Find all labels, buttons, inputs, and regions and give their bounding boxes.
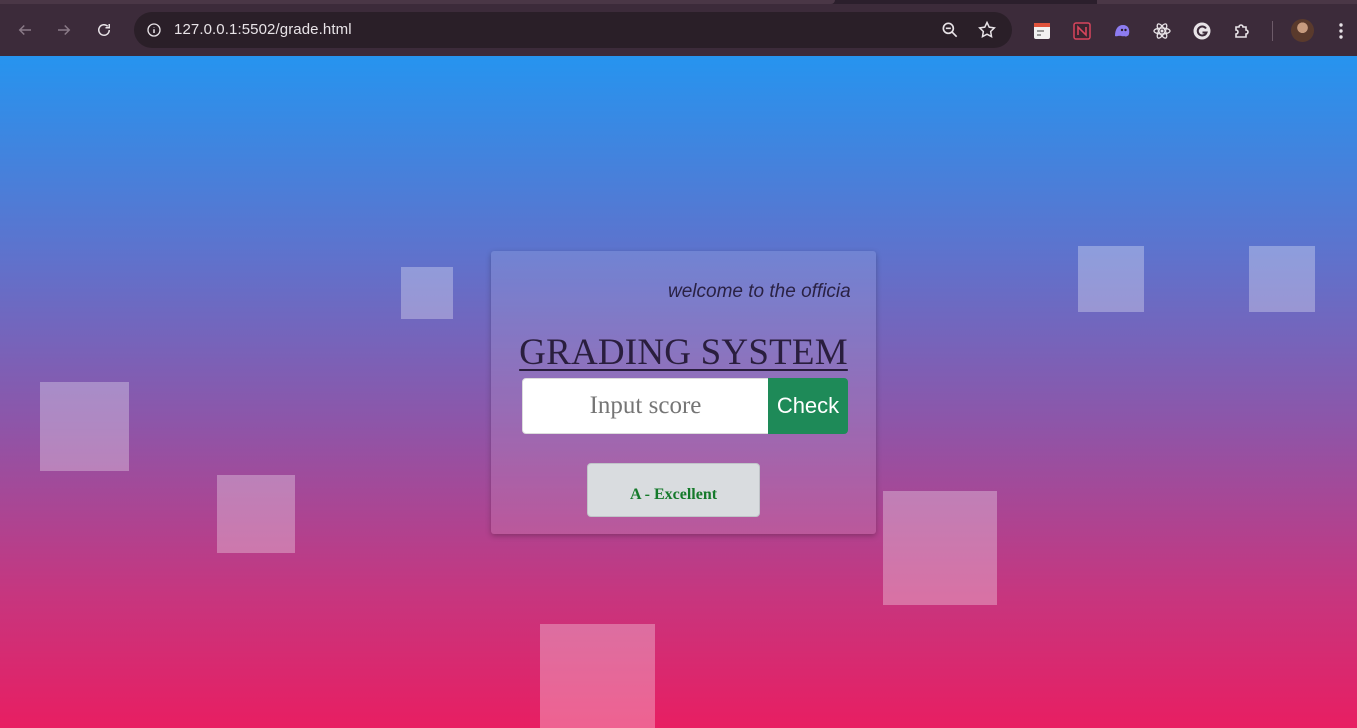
decorative-square — [401, 267, 453, 319]
decorative-square — [883, 491, 997, 605]
browser-toolbar: 127.0.0.1:5502/grade.html — [0, 4, 1357, 56]
extensions-puzzle-icon[interactable] — [1232, 21, 1252, 41]
decorative-square — [1078, 246, 1144, 312]
decorative-square — [540, 624, 655, 728]
marquee-text: welcome to the officia — [668, 281, 851, 302]
page-title: GRADING SYSTEM — [519, 332, 848, 373]
decorative-square — [40, 382, 129, 471]
profile-avatar[interactable] — [1291, 19, 1314, 42]
url-text[interactable]: 127.0.0.1:5502/grade.html — [174, 21, 352, 38]
grade-result: A - Excellent — [587, 463, 760, 517]
arrow-left-icon — [18, 24, 31, 36]
decorative-square — [217, 475, 295, 553]
forward-button[interactable] — [50, 16, 78, 44]
reload-button[interactable] — [90, 16, 118, 44]
address-bar[interactable]: 127.0.0.1:5502/grade.html — [134, 12, 1012, 48]
score-input[interactable] — [522, 378, 769, 434]
reload-icon — [98, 24, 110, 36]
toolbar-divider — [1272, 21, 1273, 41]
grading-card: welcome to the officia GRADING SYSTEM Ch… — [491, 251, 876, 534]
decorative-square — [1249, 246, 1315, 312]
bookmark-star-icon[interactable] — [977, 20, 997, 40]
check-button[interactable]: Check — [768, 378, 848, 434]
zoom-icon[interactable] — [940, 20, 960, 40]
grammarly-extension-icon[interactable] — [1192, 21, 1212, 41]
react-devtools-icon[interactable] — [1152, 21, 1172, 41]
page-viewport: welcome to the officia GRADING SYSTEM Ch… — [0, 56, 1357, 728]
back-button[interactable] — [11, 16, 39, 44]
site-info-icon[interactable] — [142, 18, 166, 42]
welcome-marquee: welcome to the officia — [519, 279, 851, 305]
more-menu-icon[interactable] — [1331, 21, 1351, 41]
arrow-right-icon — [58, 24, 71, 36]
calendar-extension-icon[interactable] — [1032, 21, 1052, 41]
ghost-extension-icon[interactable] — [1112, 21, 1132, 41]
notion-extension-icon[interactable] — [1072, 21, 1092, 41]
